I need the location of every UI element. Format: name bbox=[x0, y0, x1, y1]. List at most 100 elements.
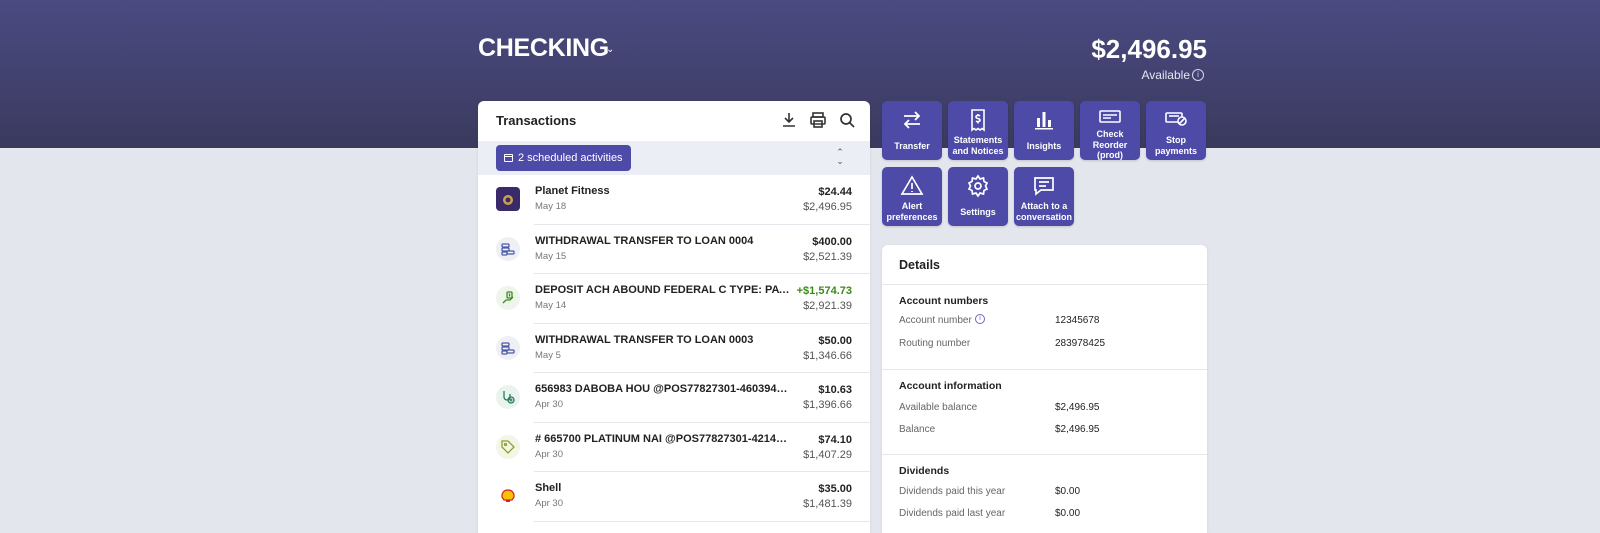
running-balance: $1,407.29 bbox=[803, 448, 852, 461]
hand-money-icon bbox=[496, 286, 520, 310]
transaction-date: May 14 bbox=[535, 300, 567, 311]
tile-label: Transfer bbox=[894, 141, 930, 151]
running-balance: $1,481.39 bbox=[803, 498, 852, 510]
alert-preferences-button[interactable]: Alert preferences bbox=[882, 167, 942, 226]
tag-icon bbox=[496, 434, 520, 459]
balance-value: $2,496.95 bbox=[1055, 424, 1100, 435]
running-balance: $1,396.66 bbox=[803, 399, 852, 411]
transfer-icon bbox=[903, 111, 921, 129]
print-icon[interactable] bbox=[808, 110, 828, 130]
attach-conversation-button[interactable]: Attach to a conversation bbox=[1014, 167, 1074, 226]
scheduled-activities-bar: 2 scheduled activities ⌃ ⌄ bbox=[478, 141, 870, 175]
scheduled-activities-button[interactable]: 2 scheduled activities bbox=[496, 145, 631, 171]
running-balance: $2,921.39 bbox=[803, 300, 852, 312]
dividends-this-year-value: $0.00 bbox=[1055, 486, 1081, 497]
stop-payments-button[interactable]: Stop payments bbox=[1146, 101, 1206, 160]
account-information-heading: Account information bbox=[899, 380, 1002, 392]
scheduled-activities-label: 2 scheduled activities bbox=[518, 152, 623, 164]
account-balance: $2,496.95 bbox=[1091, 34, 1207, 64]
coins-icon bbox=[496, 335, 520, 360]
gear-icon bbox=[967, 174, 989, 198]
transaction-row[interactable]: # 665700 PLATINUM NAI @POS77827301-42148… bbox=[478, 423, 870, 473]
transaction-row[interactable]: WITHDRAWAL TRANSFER TO LOAN 0004 May 15 … bbox=[478, 225, 870, 275]
calendar-icon bbox=[504, 154, 513, 162]
transaction-row[interactable]: Shell Apr 30 $35.00 $1,481.39 bbox=[478, 472, 870, 522]
merchant-avatar bbox=[496, 187, 520, 211]
available-balance-label: Available balance bbox=[899, 402, 978, 413]
running-balance: $2,521.39 bbox=[803, 250, 852, 263]
download-icon[interactable] bbox=[779, 110, 799, 130]
transaction-date: Apr 30 bbox=[535, 399, 563, 410]
transaction-amount: $400.00 bbox=[812, 235, 852, 248]
transactions-panel: Transactions 2 scheduled activities ⌃ ⌄ P… bbox=[478, 101, 870, 533]
stop-payment-icon bbox=[1165, 112, 1187, 126]
transaction-name: Shell bbox=[535, 482, 562, 494]
dividends-this-year-label: Dividends paid this year bbox=[899, 486, 1006, 497]
info-icon[interactable]: i bbox=[975, 314, 985, 324]
account-number-value: 12345678 bbox=[1055, 315, 1100, 326]
transaction-date: Apr 30 bbox=[535, 448, 563, 460]
transaction-name: # 665700 PLATINUM NAI @POS77827301-42148… bbox=[535, 432, 791, 445]
settings-button[interactable]: Settings bbox=[948, 167, 1008, 226]
dividends-heading: Dividends bbox=[899, 465, 950, 477]
transaction-amount: +$1,574.73 bbox=[796, 285, 852, 297]
bar-chart-icon bbox=[1035, 112, 1053, 130]
shell-logo bbox=[496, 484, 520, 508]
transaction-date: May 5 bbox=[535, 349, 561, 361]
transaction-list: Planet Fitness May 18 $24.44 $2,496.95 W… bbox=[478, 175, 870, 522]
account-number-label: Account number bbox=[899, 315, 972, 326]
tile-label: Stop payments bbox=[1154, 135, 1198, 156]
tile-label: Insights bbox=[1026, 141, 1062, 151]
tile-label: Alert preferences bbox=[886, 201, 938, 222]
statement-icon bbox=[971, 109, 985, 132]
info-icon[interactable]: i bbox=[1192, 69, 1204, 81]
transaction-date: May 18 bbox=[535, 201, 567, 212]
divider bbox=[882, 454, 1207, 455]
transaction-name: WITHDRAWAL TRANSFER TO LOAN 0004 bbox=[535, 234, 754, 247]
check-reorder-button[interactable]: Check Reorder (prod) bbox=[1080, 101, 1140, 160]
transactions-title: Transactions bbox=[496, 113, 577, 128]
transaction-amount: $74.10 bbox=[818, 433, 852, 446]
alert-icon bbox=[900, 175, 924, 195]
transaction-name: WITHDRAWAL TRANSFER TO LOAN 0003 bbox=[535, 333, 754, 346]
chat-icon bbox=[1034, 177, 1054, 196]
chevron-down-icon[interactable]: ⌄ bbox=[606, 44, 614, 55]
running-balance: $2,496.95 bbox=[803, 201, 852, 213]
routing-number-value: 283978425 bbox=[1055, 338, 1106, 349]
transaction-date: Apr 30 bbox=[535, 498, 563, 509]
expand-collapse-icon[interactable]: ⌃ ⌄ bbox=[834, 148, 846, 168]
transaction-amount: $35.00 bbox=[818, 483, 852, 495]
transaction-amount: $10.63 bbox=[818, 384, 852, 396]
tile-label: Statements and Notices bbox=[952, 135, 1004, 156]
available-label: Available bbox=[1141, 68, 1190, 82]
dividends-last-year-value: $0.00 bbox=[1055, 508, 1081, 519]
transaction-name: 656983 DABOBA HOU @POS77827301-46039478 … bbox=[535, 383, 791, 395]
divider bbox=[882, 284, 1207, 285]
health-icon bbox=[496, 385, 520, 409]
account-title[interactable]: CHECKING bbox=[478, 34, 609, 63]
routing-number-label: Routing number bbox=[899, 338, 971, 349]
statements-button[interactable]: Statements and Notices bbox=[948, 101, 1008, 160]
transaction-amount: $50.00 bbox=[818, 334, 852, 347]
transaction-row[interactable]: WITHDRAWAL TRANSFER TO LOAN 0003 May 5 $… bbox=[478, 324, 870, 374]
transaction-date: May 15 bbox=[535, 250, 567, 262]
tile-label: Check Reorder (prod) bbox=[1092, 129, 1128, 160]
search-icon[interactable] bbox=[837, 110, 857, 130]
transaction-amount: $24.44 bbox=[818, 186, 852, 198]
transaction-name: Planet Fitness bbox=[535, 185, 610, 197]
divider bbox=[882, 369, 1207, 370]
tile-label: Attach to a conversation bbox=[1016, 201, 1073, 222]
balance-label: Balance bbox=[899, 424, 936, 435]
transaction-name: DEPOSIT ACH ABOUND FEDERAL C TYPE: PAYRO… bbox=[535, 284, 791, 296]
coins-icon bbox=[496, 236, 520, 261]
running-balance: $1,346.66 bbox=[803, 349, 852, 362]
account-numbers-heading: Account numbers bbox=[899, 295, 989, 307]
dividends-last-year-label: Dividends paid last year bbox=[899, 508, 1006, 519]
details-title: Details bbox=[899, 258, 940, 272]
transaction-row[interactable]: 656983 DABOBA HOU @POS77827301-46039478 … bbox=[478, 373, 870, 423]
transfer-button[interactable]: Transfer bbox=[882, 101, 942, 160]
transaction-row[interactable]: DEPOSIT ACH ABOUND FEDERAL C TYPE: PAYRO… bbox=[478, 274, 870, 324]
check-icon bbox=[1099, 110, 1121, 123]
insights-button[interactable]: Insights bbox=[1014, 101, 1074, 160]
transaction-row[interactable]: Planet Fitness May 18 $24.44 $2,496.95 bbox=[478, 175, 870, 225]
